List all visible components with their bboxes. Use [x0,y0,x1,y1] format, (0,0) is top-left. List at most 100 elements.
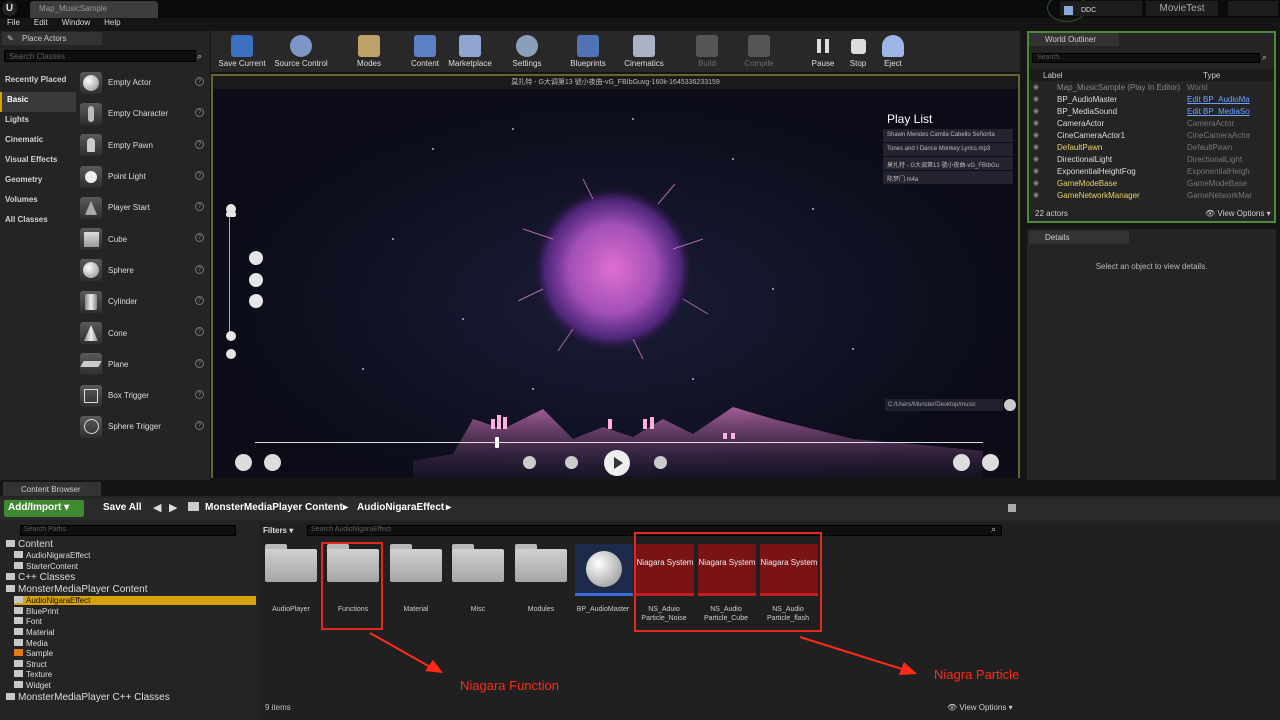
category-visual-effects[interactable]: Visual Effects [0,152,76,172]
stop-button[interactable]: Stop [843,31,873,72]
repeat-icon[interactable] [523,456,536,469]
actor-plane[interactable]: Plane? [80,349,208,380]
previous-icon[interactable] [565,456,578,469]
view-options-button[interactable]: 👁 View Options ▾ [1205,209,1271,218]
asset-tile[interactable]: Modules [513,544,569,614]
tab-content-browser[interactable]: Content Browser [3,482,101,496]
tree-item[interactable]: MonsterMediaPlayer Content [6,584,148,595]
outliner-search-input[interactable]: Search... [1032,53,1260,63]
outliner-row[interactable]: ◉ Map_MusicSample (Play In Editor) World [1029,83,1274,95]
visibility-eye-icon[interactable]: ◉ [1029,83,1057,95]
asset-tile[interactable]: AudioPlayer [263,544,319,614]
seek-knob[interactable] [495,437,499,448]
help-icon[interactable]: ? [195,421,204,431]
shuffle-icon[interactable] [249,251,263,265]
build-button[interactable]: Build [687,31,727,72]
help-icon[interactable]: ? [195,264,204,274]
lock-icon[interactable] [1008,504,1016,512]
help-icon[interactable]: ? [195,108,204,118]
tree-item[interactable]: MonsterMediaPlayer C++ Classes [6,692,170,703]
tree-item[interactable]: C++ Classes [6,572,75,583]
tab-place-actors[interactable]: ✎ Place Actors [2,32,102,45]
search-icon[interactable]: ⌕ [1262,52,1267,63]
tree-item[interactable]: Sample [14,649,53,658]
tree-item[interactable]: AudioNigaraEffect [14,551,90,560]
modes-button[interactable]: Modes [349,31,389,72]
tree-item[interactable]: Font [14,617,42,626]
play-button[interactable] [604,450,630,476]
playlist-item[interactable]: Tones and I Dance Monkey Lyrics.mp3 [883,143,1013,156]
source-control-button[interactable]: Source Control [271,31,331,72]
compile-button[interactable]: Compile [739,31,779,72]
nav-back-icon[interactable]: ◀ [153,501,161,514]
asset-tile[interactable]: Misc [450,544,506,614]
breadcrumb-current[interactable]: AudioNigaraEffect [357,502,444,513]
wave-mode-icon[interactable] [249,273,263,287]
visibility-eye-icon[interactable]: ◉ [1029,119,1057,131]
visibility-eye-icon[interactable]: ◉ [1029,107,1057,119]
seek-bar[interactable] [255,442,983,443]
folder-refresh-icon[interactable] [1004,399,1016,411]
actor-sphere[interactable]: Sphere? [80,255,208,286]
tab-details[interactable]: Details [1029,231,1129,244]
zoom-out-icon[interactable] [226,331,236,341]
help-icon[interactable]: ? [195,358,204,368]
visibility-eye-icon[interactable]: ◉ [1029,167,1057,179]
help-icon[interactable]: ? [195,327,204,337]
help-icon[interactable]: ? [195,202,204,212]
tree-item[interactable]: Texture [14,670,52,679]
nav-forward-icon[interactable]: ▶ [169,501,177,514]
help-icon[interactable]: ? [195,233,204,243]
playlist-item[interactable]: 莫扎特 - G大调第13 號小夜曲-vG_FBIbGu [883,157,1013,170]
outliner-row[interactable]: ◉ GameNetworkManager GameNetworkMar [1029,191,1274,203]
tree-item-selected[interactable]: AudioNigaraEffect [14,596,256,605]
help-icon[interactable]: ? [195,170,204,180]
outliner-row[interactable]: ◉ BP_MediaSound Edit BP_MediaSo [1029,107,1274,119]
actor-box-trigger[interactable]: Box Trigger? [80,380,208,411]
expand-icon[interactable] [249,294,263,308]
playlist-menu-icon[interactable] [982,454,999,471]
visibility-eye-icon[interactable]: ◉ [1029,155,1057,167]
save-all-button[interactable]: Save All [89,500,144,517]
asset-tile[interactable]: BP_AudioMaster [575,544,633,614]
search-icon[interactable]: ⌕ [991,524,996,535]
save-current-button[interactable]: Save Current [217,31,267,72]
outliner-row[interactable]: ◉ BP_AudioMaster Edit BP_AudioMa [1029,95,1274,107]
actor-sphere-trigger[interactable]: Sphere Trigger? [80,411,208,442]
loop-icon[interactable] [264,454,281,471]
playlist-item[interactable]: 陈梦门.m4a [883,171,1013,184]
visibility-eye-icon[interactable]: ◉ [1029,131,1057,143]
zoom-slider-knob[interactable] [226,212,236,217]
eject-button[interactable]: Eject [878,31,908,72]
menu-window[interactable]: Window [55,18,97,31]
content-button[interactable]: Content [405,31,445,72]
viewport-scene[interactable]: Play List Shawn Mendes Camila Cabello Se… [213,89,1018,478]
type-column-header[interactable]: Type [1203,71,1220,80]
actor-point-light[interactable]: Point Light? [80,161,208,192]
help-icon[interactable]: ? [195,296,204,306]
category-lights[interactable]: Lights [0,112,76,132]
menu-help[interactable]: Help [97,18,127,31]
tree-item[interactable]: Media [14,639,48,648]
tree-item[interactable]: StarterContent [14,562,78,571]
ddc-indicator[interactable]: DDC [1060,1,1142,16]
category-geometry[interactable]: Geometry [0,172,76,192]
tree-item[interactable]: Material [14,628,54,637]
outliner-row[interactable]: ◉ CameraActor CameraActor [1029,119,1274,131]
volume-icon[interactable] [953,454,970,471]
visibility-eye-icon[interactable]: ◉ [1029,95,1057,107]
outliner-row[interactable]: ◉ CineCameraActor1 CineCameraActor [1029,131,1274,143]
level-tab[interactable]: Map_MusicSample [30,1,158,18]
equalizer-icon[interactable] [235,454,252,471]
menu-file[interactable]: File [0,18,27,31]
outliner-row[interactable]: ◉ DefaultPawn DefaultPawn [1029,143,1274,155]
actor-player-start[interactable]: Player Start? [80,192,208,223]
actor-empty-actor[interactable]: Empty Actor? [80,67,208,98]
help-icon[interactable]: ? [195,77,204,86]
asset-tile[interactable]: Material [388,544,444,614]
music-folder-path[interactable]: C:/Users/Monster/Desktop/music [885,399,1003,411]
actor-empty-pawn[interactable]: Empty Pawn? [80,130,208,161]
window-controls[interactable] [1228,1,1278,16]
tree-item[interactable]: Content [6,539,53,550]
zoom-slider-track[interactable] [229,214,230,332]
